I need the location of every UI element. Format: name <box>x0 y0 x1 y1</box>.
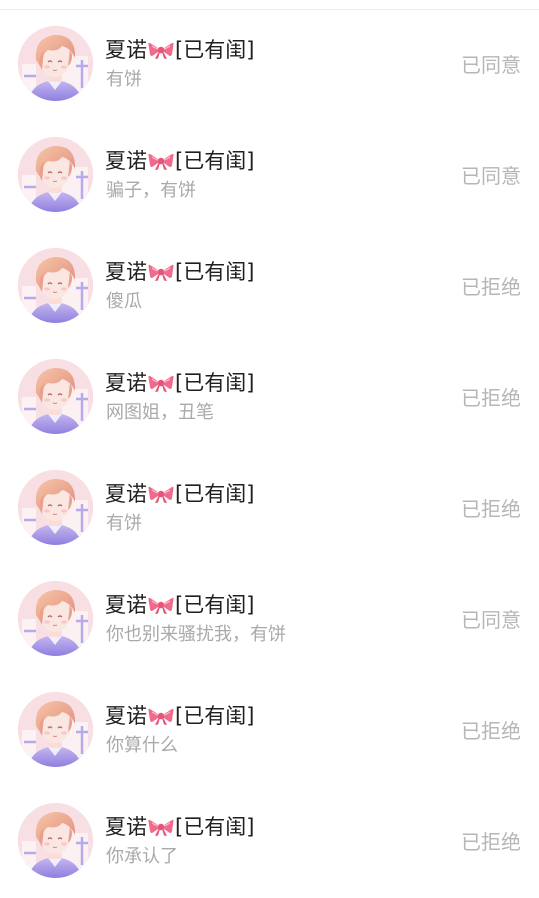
name-prefix: 夏诺 <box>105 38 147 62</box>
request-message: 骗子，有饼 <box>106 180 196 201</box>
list-item[interactable]: 夏诺 [已有闺] 你算什么 已拒绝 <box>0 676 539 787</box>
bow-icon <box>148 373 174 393</box>
status-label: 已拒绝 <box>461 719 521 743</box>
name-suffix: [已有闺] <box>175 704 255 728</box>
request-message: 傻瓜 <box>106 291 142 312</box>
name-suffix: [已有闺] <box>175 260 255 284</box>
name-suffix: [已有闺] <box>175 593 255 617</box>
friend-request-list: 夏诺 [已有闺] 有饼 已同意 夏诺 [已有闺] 骗子，有饼 已同意 夏诺 [已有闺]… <box>0 10 539 898</box>
user-name: 夏诺 [已有闺] <box>105 370 254 396</box>
user-name: 夏诺 [已有闺] <box>105 481 254 507</box>
name-suffix: [已有闺] <box>175 371 255 395</box>
name-prefix: 夏诺 <box>105 593 147 617</box>
bow-icon <box>148 40 174 60</box>
name-suffix: [已有闺] <box>175 149 255 173</box>
request-message: 网图姐，丑笔 <box>106 402 214 423</box>
avatar[interactable] <box>18 803 93 878</box>
bow-icon <box>148 817 174 837</box>
request-message: 你承认了 <box>106 846 178 867</box>
name-suffix: [已有闺] <box>175 38 255 62</box>
avatar[interactable] <box>18 692 93 767</box>
list-item[interactable]: 夏诺 [已有闺] 骗子，有饼 已同意 <box>0 121 539 232</box>
bow-icon <box>148 706 174 726</box>
request-message: 有饼 <box>106 513 142 534</box>
bow-icon <box>148 595 174 615</box>
user-name: 夏诺 [已有闺] <box>105 814 254 840</box>
name-prefix: 夏诺 <box>105 815 147 839</box>
status-label: 已同意 <box>461 53 521 77</box>
status-label: 已拒绝 <box>461 830 521 854</box>
avatar[interactable] <box>18 581 93 656</box>
name-prefix: 夏诺 <box>105 149 147 173</box>
list-item[interactable]: 夏诺 [已有闺] 有饼 已同意 <box>0 10 539 121</box>
name-prefix: 夏诺 <box>105 704 147 728</box>
name-prefix: 夏诺 <box>105 260 147 284</box>
list-item[interactable]: 夏诺 [已有闺] 你承认了 已拒绝 <box>0 787 539 898</box>
list-item[interactable]: 夏诺 [已有闺] 你也别来骚扰我，有饼 已同意 <box>0 565 539 676</box>
user-name: 夏诺 [已有闺] <box>105 148 254 174</box>
avatar[interactable] <box>18 470 93 545</box>
user-name: 夏诺 [已有闺] <box>105 259 254 285</box>
status-label: 已拒绝 <box>461 275 521 299</box>
user-name: 夏诺 [已有闺] <box>105 703 254 729</box>
name-suffix: [已有闺] <box>175 815 255 839</box>
name-prefix: 夏诺 <box>105 371 147 395</box>
status-label: 已拒绝 <box>461 497 521 521</box>
bow-icon <box>148 262 174 282</box>
name-prefix: 夏诺 <box>105 482 147 506</box>
user-name: 夏诺 [已有闺] <box>105 592 254 618</box>
list-item[interactable]: 夏诺 [已有闺] 傻瓜 已拒绝 <box>0 232 539 343</box>
avatar[interactable] <box>18 137 93 212</box>
user-name: 夏诺 [已有闺] <box>105 37 254 63</box>
bow-icon <box>148 151 174 171</box>
avatar[interactable] <box>18 359 93 434</box>
request-message: 你也别来骚扰我，有饼 <box>106 624 286 645</box>
status-label: 已同意 <box>461 608 521 632</box>
avatar[interactable] <box>18 248 93 323</box>
request-message: 有饼 <box>106 69 142 90</box>
bow-icon <box>148 484 174 504</box>
list-item[interactable]: 夏诺 [已有闺] 网图姐，丑笔 已拒绝 <box>0 343 539 454</box>
status-label: 已拒绝 <box>461 386 521 410</box>
avatar[interactable] <box>18 26 93 101</box>
status-label: 已同意 <box>461 164 521 188</box>
request-message: 你算什么 <box>106 735 178 756</box>
name-suffix: [已有闺] <box>175 482 255 506</box>
list-item[interactable]: 夏诺 [已有闺] 有饼 已拒绝 <box>0 454 539 565</box>
